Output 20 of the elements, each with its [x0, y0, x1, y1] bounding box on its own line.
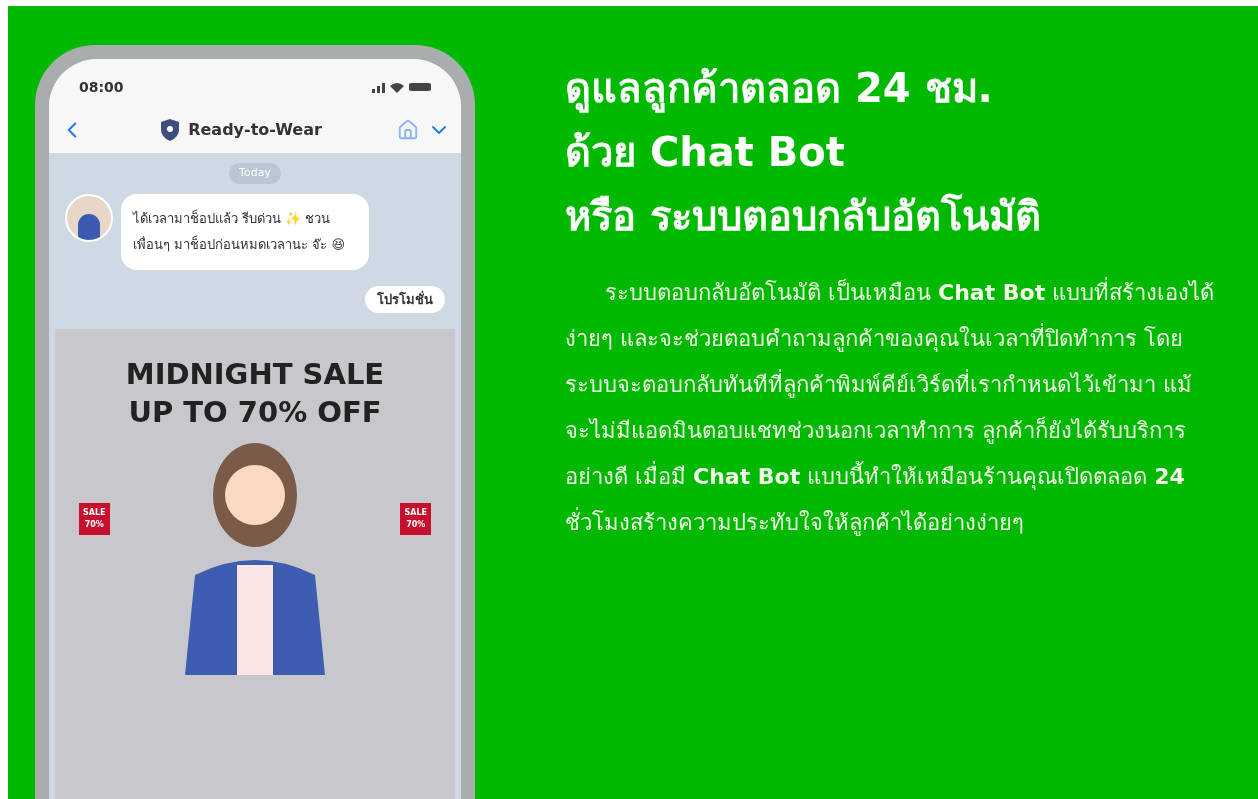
home-icon — [397, 119, 419, 141]
wifi-icon — [390, 81, 404, 93]
status-time: 08:00 — [79, 77, 124, 97]
headline: ด้วย Chat Bot — [565, 128, 846, 177]
message-bubble: ได้เวลามาช็อปแล้ว รีบด่วน ✨ ชวนเพื่อนๆ มาช็อปก่อนหมดเวลานะ จ๊ะ 😆 — [121, 193, 369, 270]
headline: ดูแลลูกค้าตลอด 24 ชม. — [565, 64, 994, 115]
avatar — [65, 193, 113, 242]
chat-title: Ready-to-Wear — [188, 119, 322, 141]
body-paragraph: ระบบตอบกลับอัตโนมัติ เป็นเหมือน Chat Bot แบบที่สร้างเองได้ง่ายๆ และจะช่วยตอบคำถามลูกค้าของคุณในเวลาที่ปิดทำการ โดยระบบจะตอบกลับทันทีที่ลูกค้าพิมพ์คีย์เวิร์ดที่เรากำหนดไว้เข้ามา แม้จะไม่มีแอดมินตอบแชทช่วงนอกเวลาทำการ ลูกค้าก็ยังได้รับบริการอย่างดี เมื่อมี Chat Bot แบบนี้ทำให้เหมือนร้านคุณเปิดตลอด 24 ชั่วโมงสร้างความประทับใจให้ลูกค้าได้อย่างง่ายๆ — [565, 270, 1215, 546]
shield-badge-icon — [160, 119, 181, 141]
sale-tag: SALE 70% — [79, 503, 110, 535]
date-chip: Today — [229, 163, 281, 184]
sale-tag: SALE 70% — [400, 503, 431, 535]
promo-headline: MIDNIGHT SALE — [125, 356, 385, 393]
signal-icon — [372, 81, 385, 93]
headline: หรือ ระบบตอบกลับอัตโนมัติ — [565, 192, 1042, 241]
message-bubble: โปรโมชั่น — [365, 285, 445, 313]
home-button[interactable] — [397, 119, 419, 141]
battery-icon — [409, 83, 431, 91]
promo-headline: UP TO 70% OFF — [128, 394, 382, 431]
